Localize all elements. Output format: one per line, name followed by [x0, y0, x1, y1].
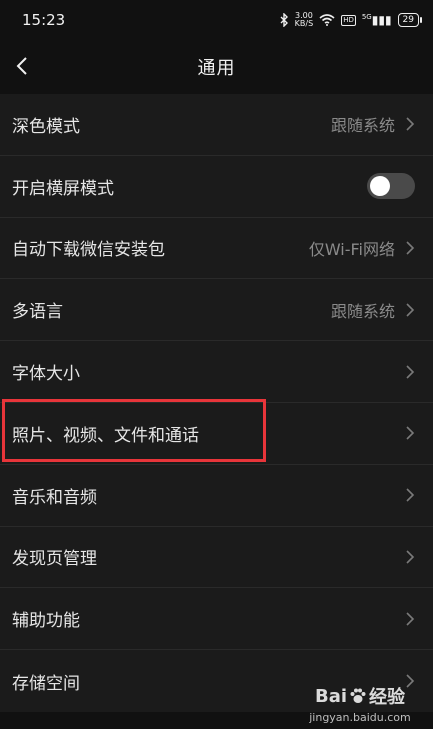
- setting-value: 跟随系统: [330, 301, 395, 321]
- setting-landscape-mode: 开启横屏模式: [0, 156, 433, 218]
- chevron-left-icon: [16, 57, 27, 75]
- setting-dark-mode[interactable]: 深色模式 跟随系统: [0, 94, 433, 156]
- status-time: 15:23: [22, 11, 66, 29]
- setting-label: 辅助功能: [12, 611, 80, 632]
- setting-label: 音乐和音频: [12, 487, 97, 508]
- chevron-right-icon: [406, 241, 415, 255]
- setting-label: 字体大小: [12, 364, 80, 385]
- baidu-watermark: Bai 经验 jingyan.baidu.com: [309, 685, 411, 725]
- setting-photos-videos-files-calls[interactable]: 照片、视频、文件和通话: [0, 403, 433, 465]
- status-bar: 15:23 3.00 KB/S HD 5G▮▮▮ 29: [0, 0, 433, 40]
- setting-auto-download[interactable]: 自动下载微信安装包 仅Wi-Fi网络: [0, 218, 433, 280]
- chevron-right-icon: [406, 612, 415, 626]
- setting-accessibility[interactable]: 辅助功能: [0, 588, 433, 651]
- status-icons: 3.00 KB/S HD 5G▮▮▮ 29: [279, 11, 423, 28]
- settings-list: 深色模式 跟随系统 开启横屏模式 自动下载微信安装包 仅Wi-Fi网络 多语言 …: [0, 94, 433, 712]
- setting-discover-management[interactable]: 发现页管理: [0, 527, 433, 589]
- landscape-toggle[interactable]: [367, 173, 415, 200]
- chevron-right-icon: [406, 117, 415, 131]
- nav-bar: 通用: [0, 40, 433, 94]
- toggle-knob: [370, 176, 390, 197]
- paw-icon: [350, 688, 366, 703]
- setting-label: 存储空间: [12, 673, 80, 694]
- setting-value: 仅Wi-Fi网络: [308, 239, 395, 259]
- chevron-right-icon: [406, 365, 415, 379]
- battery-icon: 29: [397, 13, 423, 27]
- setting-label: 开启横屏模式: [12, 178, 114, 199]
- setting-label: 深色模式: [12, 116, 80, 137]
- chevron-right-icon: [406, 550, 415, 564]
- chevron-right-icon: [406, 426, 415, 440]
- hd-icon: HD: [341, 14, 356, 26]
- signal-icon: 5G▮▮▮: [361, 13, 392, 27]
- setting-value: 跟随系统: [330, 116, 395, 136]
- setting-music-audio[interactable]: 音乐和音频: [0, 465, 433, 527]
- setting-language[interactable]: 多语言 跟随系统: [0, 279, 433, 342]
- network-speed: 3.00 KB/S: [294, 11, 314, 28]
- setting-label: 发现页管理: [12, 549, 97, 570]
- setting-label: 多语言: [12, 302, 63, 323]
- setting-label: 自动下载微信安装包: [12, 240, 165, 261]
- page-title: 通用: [197, 58, 236, 79]
- setting-label: 照片、视频、文件和通话: [12, 425, 199, 446]
- bluetooth-icon: [280, 13, 288, 27]
- chevron-right-icon: [406, 303, 415, 317]
- back-button[interactable]: [8, 52, 36, 80]
- chevron-right-icon: [406, 488, 415, 502]
- wifi-icon: [319, 14, 335, 26]
- setting-font-size[interactable]: 字体大小: [0, 341, 433, 403]
